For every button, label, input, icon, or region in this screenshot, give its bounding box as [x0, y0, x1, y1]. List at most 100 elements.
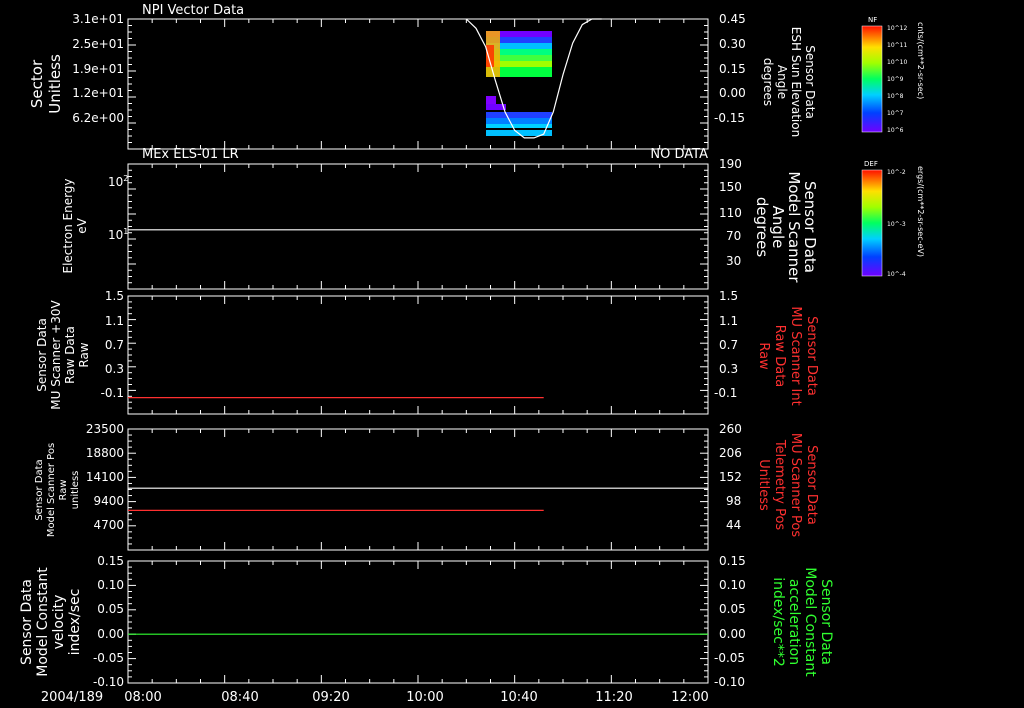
svg-text:MU Scanner +30V: MU Scanner +30V — [49, 300, 63, 410]
svg-text:Sensor Data: Sensor Data — [804, 316, 819, 396]
p4-left-tick-3: 9400 — [93, 494, 124, 508]
p2-right-tick-0: 190 — [719, 157, 742, 171]
p3-left-tick-3: 0.3 — [105, 362, 124, 376]
p1-right-tick-4: -0.15 — [714, 111, 745, 125]
p3-right-tick-0: 1.5 — [719, 289, 738, 303]
svg-text:Sector: Sector — [28, 59, 46, 108]
svg-text:degrees: degrees — [761, 58, 775, 106]
svg-text:velocity: velocity — [51, 595, 67, 650]
x-tick-label-2: 09:20 — [312, 690, 349, 705]
colorbar-nf: NF 10^12 10^11 10^10 10^9 10^8 10^7 10^6… — [861, 16, 925, 134]
p3-left-tick-1: 1.1 — [105, 314, 124, 328]
svg-text:ESH Sun Elevation: ESH Sun Elevation — [789, 27, 803, 137]
svg-text:Sensor Data: Sensor Data — [803, 45, 817, 119]
colorbar-nf-unit: cnts/(cm**2-sr-sec) — [916, 22, 925, 99]
p4-right-axis-label: Sensor Data MU Scanner Pos Telemetry Pos… — [756, 433, 819, 538]
panel4-frame — [127, 428, 709, 551]
svg-text:Sensor Data: Sensor Data — [19, 579, 35, 665]
svg-text:Unitless: Unitless — [46, 54, 64, 114]
panel1-frame — [127, 18, 709, 150]
panel2-frame — [127, 163, 709, 290]
svg-text:Unitless: Unitless — [756, 459, 771, 511]
svg-text:MU Scanner Pos: MU Scanner Pos — [788, 433, 803, 538]
p5-right-axis-label: Sensor Data Model Constant acceleration … — [770, 567, 834, 677]
p1-left-tick-0: 3.1e+01 — [72, 12, 124, 26]
colorbar-def: DEF 10^-2 10^-3 10^-4 ergs/(cm**2-sr-sec… — [861, 160, 925, 278]
svg-text:index/sec**2: index/sec**2 — [770, 577, 786, 667]
p4-left-tick-2: 14100 — [86, 470, 124, 484]
p5-left-axis-label: Sensor Data Model Constant velocity inde… — [19, 567, 83, 677]
p2-left-tick-0: 102 — [108, 174, 128, 189]
p4-left-axis-label: Sensor Data Model Scanner Pos Raw unitle… — [34, 443, 81, 537]
p3-left-tick-4: -0.1 — [101, 386, 124, 400]
p1-left-tick-3: 1.2e+01 — [72, 86, 124, 100]
p3-left-tick-0: 1.5 — [105, 289, 124, 303]
svg-text:Model Constant: Model Constant — [35, 567, 51, 677]
svg-text:Raw Data: Raw Data — [63, 326, 77, 384]
x-tick-label-0: 08:00 — [124, 690, 161, 705]
svg-text:eV: eV — [75, 217, 89, 233]
panel3-frame — [127, 295, 709, 415]
svg-text:10^-2: 10^-2 — [887, 169, 906, 176]
svg-text:Model Constant: Model Constant — [802, 567, 818, 677]
p1-right-tick-1: 0.30 — [719, 37, 746, 51]
p3-right-tick-4: -0.1 — [714, 386, 737, 400]
colorbar-nf-label: NF — [868, 16, 877, 24]
svg-text:Angle: Angle — [775, 65, 789, 99]
p1-left-tick-4: 6.2e+00 — [72, 111, 124, 125]
p2-right-tick-2: 110 — [719, 206, 742, 220]
svg-text:Sensor Data: Sensor Data — [34, 459, 45, 520]
p2-left-tick-1: 101 — [108, 227, 128, 242]
svg-text:Raw Data: Raw Data — [772, 325, 787, 388]
p5-right-tick-0: 0.15 — [719, 554, 746, 568]
p4-right-tick-4: 44 — [726, 518, 741, 532]
axis-ticks — [127, 18, 709, 684]
p5-right-tick-5: -0.10 — [714, 675, 745, 689]
p2-right-tick-4: 30 — [726, 254, 741, 268]
svg-text:10^-4: 10^-4 — [887, 271, 906, 278]
p4-right-tick-3: 98 — [726, 494, 741, 508]
p1-left-axis-label: Sector Unitless — [28, 54, 64, 114]
p2-left-axis-label: Electron Energy eV — [61, 178, 89, 273]
p1-right-tick-2: 0.15 — [719, 62, 746, 76]
svg-text:MU Scanner Int: MU Scanner Int — [788, 306, 803, 405]
p5-left-tick-2: 0.05 — [97, 602, 124, 616]
svg-text:10^6: 10^6 — [887, 127, 904, 134]
svg-text:index/sec: index/sec — [67, 589, 83, 656]
p5-left-tick-4: -0.05 — [93, 651, 124, 665]
p5-right-tick-2: 0.05 — [719, 602, 746, 616]
svg-text:10^12: 10^12 — [887, 25, 907, 32]
svg-text:Raw: Raw — [756, 342, 771, 370]
x-tick-label-6: 12:00 — [671, 690, 708, 705]
x-tick-label-3: 10:00 — [406, 690, 443, 705]
svg-text:10^-3: 10^-3 — [887, 221, 906, 228]
colorbar-def-unit: ergs/(cm**2-sr-sec-eV) — [916, 166, 925, 257]
p4-left-tick-0: 23500 — [86, 422, 124, 436]
x-tick-label-1: 08:40 — [221, 690, 258, 705]
svg-text:Sensor Data: Sensor Data — [35, 318, 49, 392]
svg-text:10^9: 10^9 — [887, 76, 904, 83]
p4-right-tick-0: 260 — [719, 422, 742, 436]
svg-text:10^7: 10^7 — [887, 110, 904, 117]
x-tick-label-5: 11:20 — [595, 690, 632, 705]
p1-left-tick-2: 1.9e+01 — [72, 62, 124, 76]
p1-right-axis-label: Sensor Data ESH Sun Elevation Angle degr… — [761, 27, 817, 137]
x-tick-label-4: 10:40 — [500, 690, 537, 705]
p3-left-tick-2: 0.7 — [105, 338, 124, 352]
p4-right-tick-2: 152 — [719, 470, 742, 484]
p5-right-tick-4: -0.05 — [714, 651, 745, 665]
svg-text:unitless: unitless — [70, 471, 81, 510]
plot-canvas: NPI Vector Data MEx ELS-01 LR NO DATA 20… — [19, 3, 925, 705]
svg-text:degrees: degrees — [753, 197, 771, 258]
p2-right-axis-label: Sensor Data Model Scanner Angle degrees — [753, 171, 819, 283]
svg-text:Telemetry Pos: Telemetry Pos — [772, 439, 787, 531]
p3-left-axis-label: Sensor Data MU Scanner +30V Raw Data Raw — [35, 300, 91, 410]
panel5-frame — [127, 560, 709, 684]
p5-right-tick-1: 0.10 — [719, 578, 746, 592]
p3-right-tick-1: 1.1 — [719, 314, 738, 328]
svg-text:Electron Energy: Electron Energy — [61, 178, 75, 273]
p4-left-tick-1: 18800 — [86, 446, 124, 460]
p2-right-tick-3: 70 — [726, 229, 741, 243]
data-marks — [128, 18, 708, 635]
p1-right-tick-0: 0.45 — [719, 12, 746, 26]
